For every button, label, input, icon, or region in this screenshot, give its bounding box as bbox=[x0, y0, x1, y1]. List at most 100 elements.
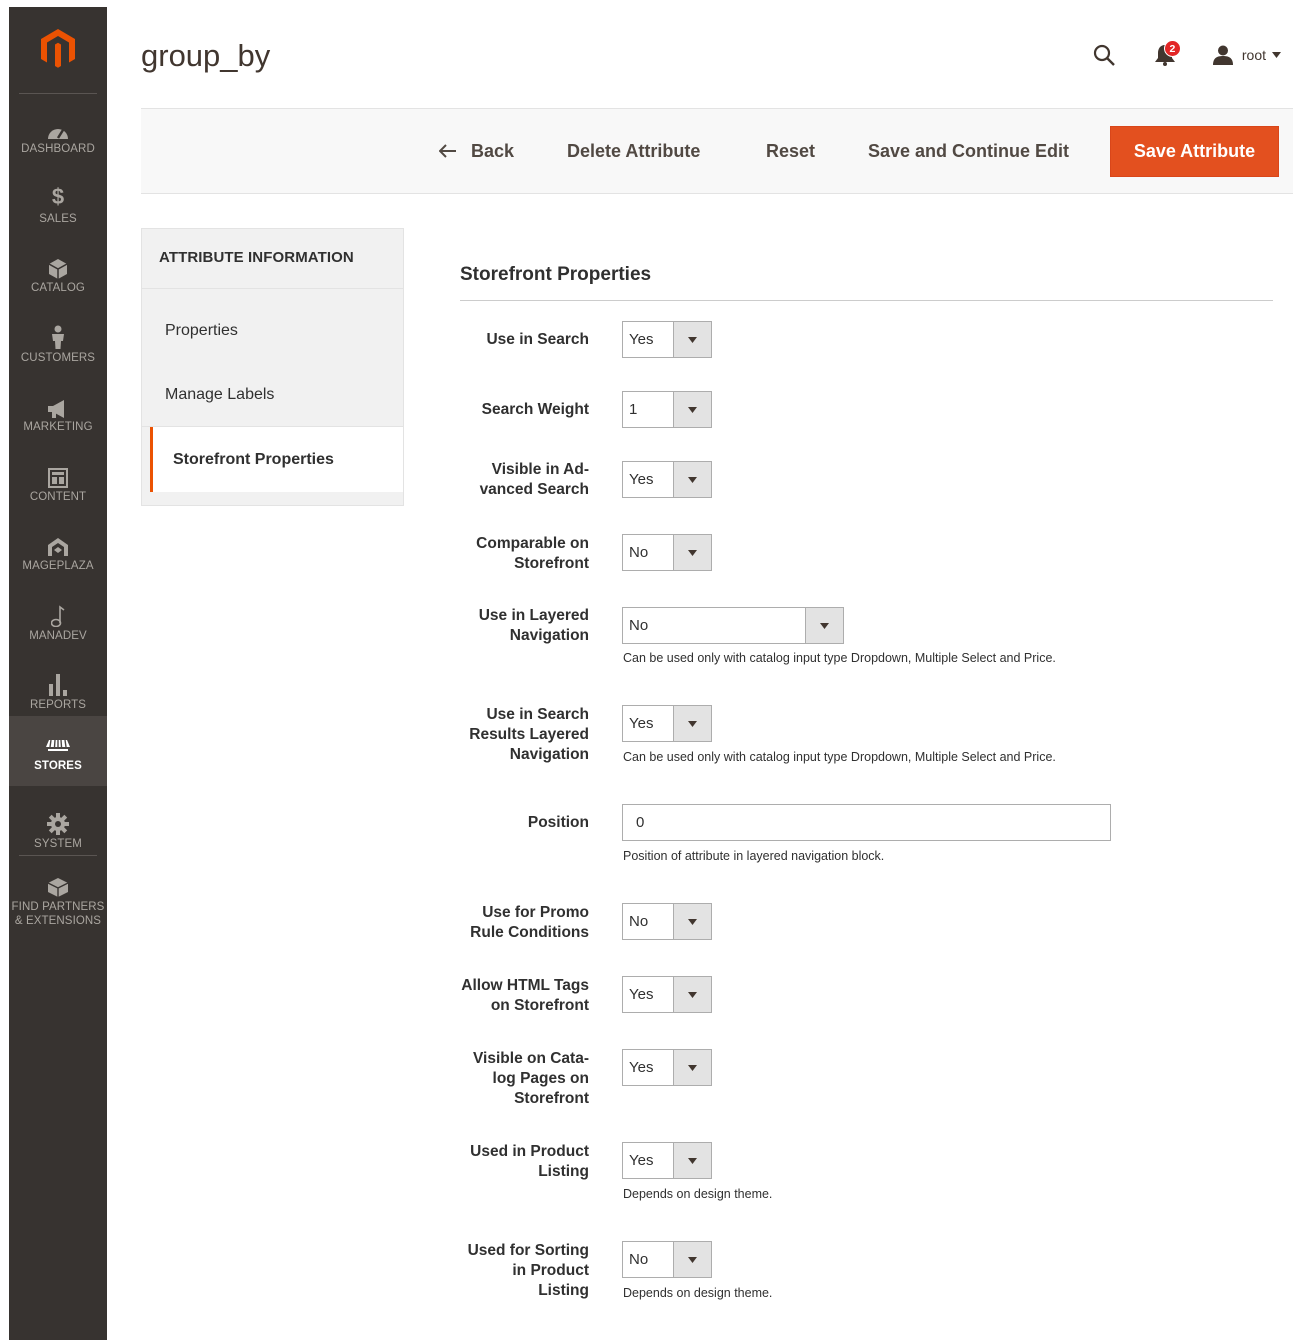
chevron-down-icon bbox=[673, 706, 711, 741]
html-tags-label: Allow HTML Tags on Storefront bbox=[461, 977, 589, 1014]
nav-item-marketing[interactable]: MARKETING bbox=[9, 377, 107, 447]
sorting-label: Used for Sorting in Product Listing bbox=[467, 1242, 589, 1299]
chevron-down-icon bbox=[673, 1050, 711, 1085]
visible-advanced-search-label: Visible in Ad-vanced Search bbox=[479, 461, 589, 498]
dashboard-icon bbox=[47, 114, 69, 140]
header-actions: 2 root bbox=[1092, 40, 1281, 70]
promo-rule-select[interactable]: No bbox=[622, 903, 712, 940]
nav-item-mageplaza[interactable]: MAGEPLAZA bbox=[9, 516, 107, 586]
product-listing-select[interactable]: Yes bbox=[622, 1142, 712, 1179]
back-label: Back bbox=[471, 140, 515, 161]
visible-catalog-pages-select[interactable]: Yes bbox=[622, 1049, 712, 1086]
section-divider bbox=[460, 300, 1273, 301]
chevron-down-icon bbox=[673, 904, 711, 939]
search-results-layered-navigation-note: Can be used only with catalog input type… bbox=[623, 750, 1056, 764]
select-value: Yes bbox=[629, 331, 654, 348]
tabs-title: ATTRIBUTE INFORMATION bbox=[159, 249, 354, 266]
sorting-select[interactable]: No bbox=[622, 1241, 712, 1278]
caret-down-icon bbox=[1272, 52, 1281, 58]
search-icon bbox=[1093, 44, 1115, 66]
position-input[interactable]: 0 bbox=[622, 804, 1111, 841]
nav-item-label: MAGEPLAZA bbox=[22, 559, 94, 572]
save-attribute-button[interactable]: Save Attribute bbox=[1110, 126, 1279, 177]
select-value: Yes bbox=[629, 715, 654, 732]
note-icon bbox=[51, 601, 65, 627]
nav-item-system[interactable]: SYSTEM bbox=[9, 794, 107, 864]
visible-catalog-pages-label: Visible on Cata-log Pages on Storefront bbox=[473, 1050, 589, 1107]
person-icon bbox=[51, 323, 65, 349]
nav-item-reports[interactable]: REPORTS bbox=[9, 655, 107, 725]
nav-item-customers[interactable]: CUSTOMERS bbox=[9, 308, 107, 378]
use-in-search-select[interactable]: Yes bbox=[622, 321, 712, 358]
select-value: Yes bbox=[629, 986, 654, 1003]
use-in-search-label: Use in Search bbox=[486, 331, 589, 348]
search-button[interactable] bbox=[1092, 43, 1116, 67]
html-tags-select[interactable]: Yes bbox=[622, 976, 712, 1013]
layered-navigation-note: Can be used only with catalog input type… bbox=[623, 651, 1056, 665]
reset-button[interactable]: Reset bbox=[766, 126, 815, 176]
nav-item-label: FIND PARTNERS bbox=[11, 900, 105, 913]
nav-item-partners[interactable]: FIND PARTNERS & EXTENSIONS bbox=[9, 861, 107, 937]
tab-properties[interactable]: Properties bbox=[142, 299, 403, 363]
nav-item-label: MARKETING bbox=[23, 420, 93, 433]
chevron-down-icon bbox=[673, 462, 711, 497]
nav-item-label: CATALOG bbox=[31, 281, 85, 294]
back-button[interactable]: Back bbox=[439, 126, 514, 176]
nav-item-label: SALES bbox=[39, 212, 77, 225]
chevron-down-icon bbox=[673, 1242, 711, 1277]
search-results-layered-navigation-select[interactable]: Yes bbox=[622, 705, 712, 742]
select-value: Yes bbox=[629, 1059, 654, 1076]
search-results-layered-navigation-label: Use in Search Results Layered Navigation bbox=[469, 706, 589, 763]
mageplaza-icon bbox=[47, 531, 69, 557]
tab-storefront-properties[interactable]: Storefront Properties bbox=[150, 427, 403, 492]
search-weight-label: Search Weight bbox=[481, 401, 589, 418]
select-value: Yes bbox=[629, 471, 654, 488]
store-icon bbox=[46, 731, 70, 757]
megaphone-icon bbox=[47, 392, 69, 418]
user-menu[interactable]: root bbox=[1212, 45, 1281, 65]
layout-icon bbox=[48, 462, 68, 488]
nav-item-label: CONTENT bbox=[29, 490, 87, 503]
gear-icon bbox=[47, 809, 69, 835]
chevron-down-icon bbox=[673, 322, 711, 357]
nav-item-stores[interactable]: STORES bbox=[9, 716, 107, 786]
nav-item-manadev[interactable]: MANADEV bbox=[9, 586, 107, 656]
blocks-icon bbox=[47, 871, 69, 897]
magento-logo[interactable] bbox=[9, 7, 107, 91]
nav-item-catalog[interactable]: CATALOG bbox=[9, 238, 107, 308]
section-title: Storefront Properties bbox=[460, 264, 652, 285]
layered-navigation-select[interactable]: No bbox=[622, 607, 844, 644]
sorting-note: Depends on design theme. bbox=[623, 1286, 773, 1300]
arrow-left-icon bbox=[439, 144, 457, 158]
product-listing-note: Depends on design theme. bbox=[623, 1187, 773, 1201]
search-weight-select[interactable]: 1 bbox=[622, 391, 712, 428]
nav-item-label: REPORTS bbox=[29, 698, 87, 711]
nav-item-label: SYSTEM bbox=[34, 837, 82, 850]
chevron-down-icon bbox=[673, 392, 711, 427]
notifications-button[interactable]: 2 bbox=[1152, 40, 1181, 68]
chevron-down-icon bbox=[805, 608, 843, 643]
select-value: No bbox=[629, 617, 649, 634]
delete-attribute-button[interactable]: Delete Attribute bbox=[567, 126, 700, 176]
nav-item-content[interactable]: CONTENT bbox=[9, 447, 107, 517]
comparable-label: Comparable on Storefront bbox=[476, 535, 589, 572]
magento-logo-icon bbox=[41, 29, 75, 68]
save-and-continue-button[interactable]: Save and Continue Edit bbox=[868, 126, 1069, 176]
attribute-tabs: ATTRIBUTE INFORMATION Properties Manage … bbox=[141, 228, 404, 506]
product-listing-label: Used in Product Listing bbox=[470, 1143, 589, 1180]
nav-divider bbox=[19, 855, 97, 856]
nav-item-label: CUSTOMERS bbox=[20, 351, 96, 364]
chevron-down-icon bbox=[673, 977, 711, 1012]
visible-advanced-search-select[interactable]: Yes bbox=[622, 461, 712, 498]
nav-item-dashboard[interactable]: DASHBOARD bbox=[9, 99, 107, 169]
comparable-select[interactable]: No bbox=[622, 534, 712, 571]
tabs-divider bbox=[142, 288, 403, 289]
nav-item-label: STORES bbox=[34, 759, 82, 772]
tab-manage-labels[interactable]: Manage Labels bbox=[142, 363, 403, 427]
select-value: Yes bbox=[629, 1152, 654, 1169]
user-icon bbox=[1212, 45, 1233, 65]
nav-item-sales[interactable]: $ SALES bbox=[9, 169, 107, 239]
page-actions-bar: Back Delete Attribute Reset Save and Con… bbox=[141, 108, 1293, 194]
notification-count-badge: 2 bbox=[1163, 40, 1181, 57]
bar-chart-icon bbox=[48, 670, 68, 696]
